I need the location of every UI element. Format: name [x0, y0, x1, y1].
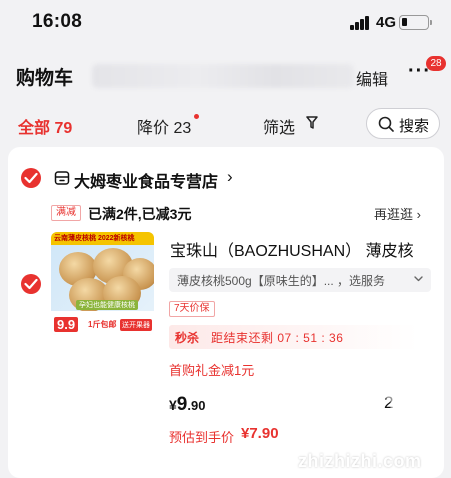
shop-more-link[interactable]: 再逛逛 › [374, 204, 421, 223]
status-time: 16:08 [32, 11, 83, 32]
price-protect-tag: 7天价保 [169, 301, 215, 317]
address-selector[interactable] [92, 64, 354, 88]
filter-button[interactable]: 筛选 [263, 114, 295, 138]
page-title: 购物车 [16, 68, 74, 89]
image-shipping: 1斤包邮 [88, 320, 117, 329]
status-bar: 16:08 4G [0, 0, 451, 46]
message-count-badge: 28 [426, 56, 446, 71]
check-icon [24, 172, 38, 184]
filter-bar: 全部 79 降价 23 筛选 搜索 [0, 102, 451, 144]
price-decimal: .90 [187, 398, 206, 413]
battery-icon [399, 15, 432, 30]
tab-price-drop[interactable]: 降价 23 [137, 114, 191, 138]
store-checkbox[interactable] [21, 168, 41, 188]
price-integer: 9 [176, 394, 188, 415]
estimated-price-label: 预估到手价 [169, 430, 235, 445]
tab-all[interactable]: 全部 79 [18, 114, 72, 138]
product-price: ¥9.90 [169, 394, 205, 416]
chevron-right-icon[interactable]: › [227, 167, 233, 187]
chevron-down-icon [414, 276, 423, 282]
sku-selector[interactable]: 薄皮核桃500g【原味生的】... ，选服务 [169, 268, 431, 292]
flash-sale-label: 秒杀 [175, 331, 200, 345]
promo-tag: 满减 [51, 205, 81, 221]
flash-sale-bar: 秒杀 距结束还剩 07 : 51 : 36 [169, 325, 431, 349]
image-banner-text: 云南薄皮核桃 2022新核桃 [54, 235, 135, 242]
product-image[interactable]: 云南薄皮核桃 2022新核桃 孕妇也能健康核桃 9.9 1斤包邮 送开果器 [51, 232, 154, 335]
price-drop-dot [194, 114, 199, 119]
price-currency: ¥ [169, 397, 177, 413]
check-icon [24, 278, 38, 290]
watermark-logo [306, 393, 442, 445]
flash-countdown: 距结束还剩 07 : 51 : 36 [211, 331, 344, 345]
promo-text: 已满2件,已减3元 [88, 206, 192, 222]
image-price: 9.9 [54, 317, 79, 332]
signal-icon [350, 16, 370, 30]
store-icon [54, 171, 70, 185]
image-gift: 送开果器 [120, 319, 152, 331]
watermark-text: zhizhizhi.com [298, 451, 422, 471]
sku-text: 薄皮核桃500g【原味生的】... ，选服务 [177, 274, 386, 288]
search-icon [378, 116, 394, 132]
estimated-price: ¥7.90 [241, 425, 279, 442]
store-name[interactable]: 大姆枣业食品专营店 [74, 168, 218, 192]
network-type: 4G [376, 14, 397, 31]
filter-icon[interactable] [306, 116, 318, 130]
search-label: 搜索 [399, 118, 430, 135]
product-title[interactable]: 宝珠山（BAOZHUSHAN） 薄皮核 [170, 237, 414, 261]
search-button[interactable]: 搜索 [366, 108, 440, 139]
item-checkbox[interactable] [21, 274, 41, 294]
coupon-text: 首购礼金减1元 [169, 363, 255, 378]
image-label: 孕妇也能健康核桃 [76, 300, 138, 310]
header: 购物车 编辑 ··· 28 [0, 46, 451, 102]
edit-button[interactable]: 编辑 [356, 66, 388, 90]
